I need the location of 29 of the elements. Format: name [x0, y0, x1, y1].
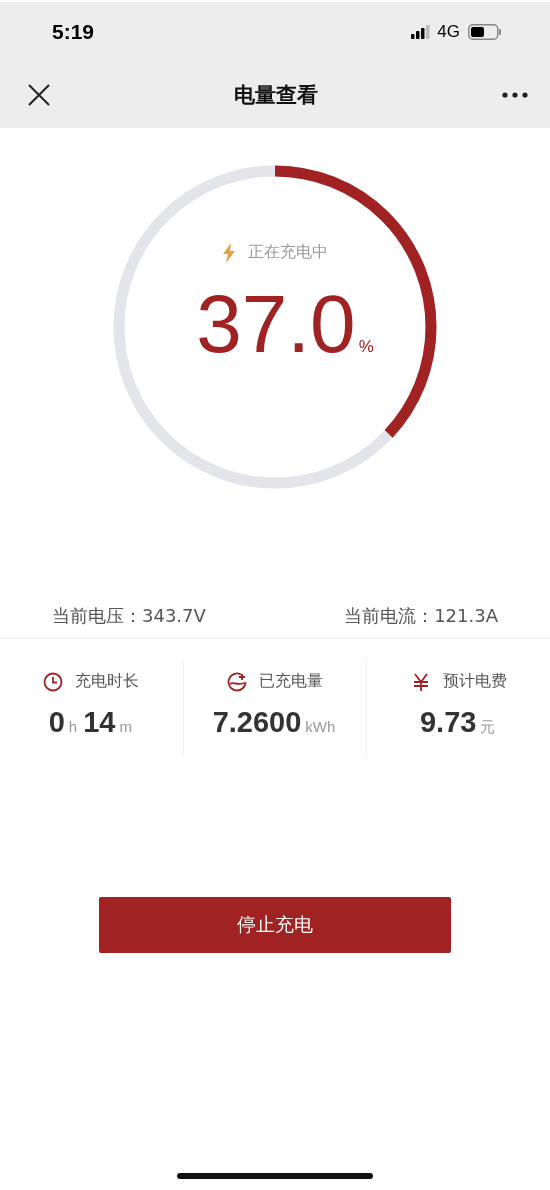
status-time: 5:19 — [52, 20, 95, 44]
battery-percentage: 37.0 — [196, 283, 356, 365]
close-icon — [28, 84, 50, 106]
stat-label: 已充电量 — [259, 671, 323, 692]
stat-unit: kWh — [305, 718, 336, 735]
network-label: 4G — [437, 22, 460, 42]
stat-value: 14 — [83, 706, 116, 739]
page-title: 电量查看 — [234, 82, 318, 109]
stop-charging-button[interactable]: 停止充电 — [99, 897, 451, 953]
more-icon — [502, 92, 528, 98]
stat-value: 7.2600 — [212, 706, 302, 739]
stat-value: 9.73 — [419, 706, 477, 739]
close-button[interactable] — [28, 84, 50, 106]
stat-unit: h — [68, 718, 78, 735]
stat-value: 0 — [48, 706, 65, 739]
stat-unit: m — [119, 718, 132, 735]
stat-label: 充电时长 — [75, 671, 140, 692]
clock-icon — [43, 671, 64, 692]
percent-unit: % — [358, 337, 374, 357]
reading-text: 当前电压：343.7V — [52, 604, 206, 628]
battery-icon — [468, 24, 502, 40]
stat-label: 预计电费 — [442, 671, 507, 692]
gauge-plus-icon — [227, 671, 247, 692]
lightning-icon — [222, 242, 236, 263]
stat-unit: 元 — [480, 718, 496, 737]
charging-status: 正在充电中 — [248, 242, 328, 263]
reading-text: 当前电流：121.3A — [344, 604, 498, 628]
more-button[interactable] — [502, 92, 528, 98]
signal-icon — [411, 25, 432, 39]
